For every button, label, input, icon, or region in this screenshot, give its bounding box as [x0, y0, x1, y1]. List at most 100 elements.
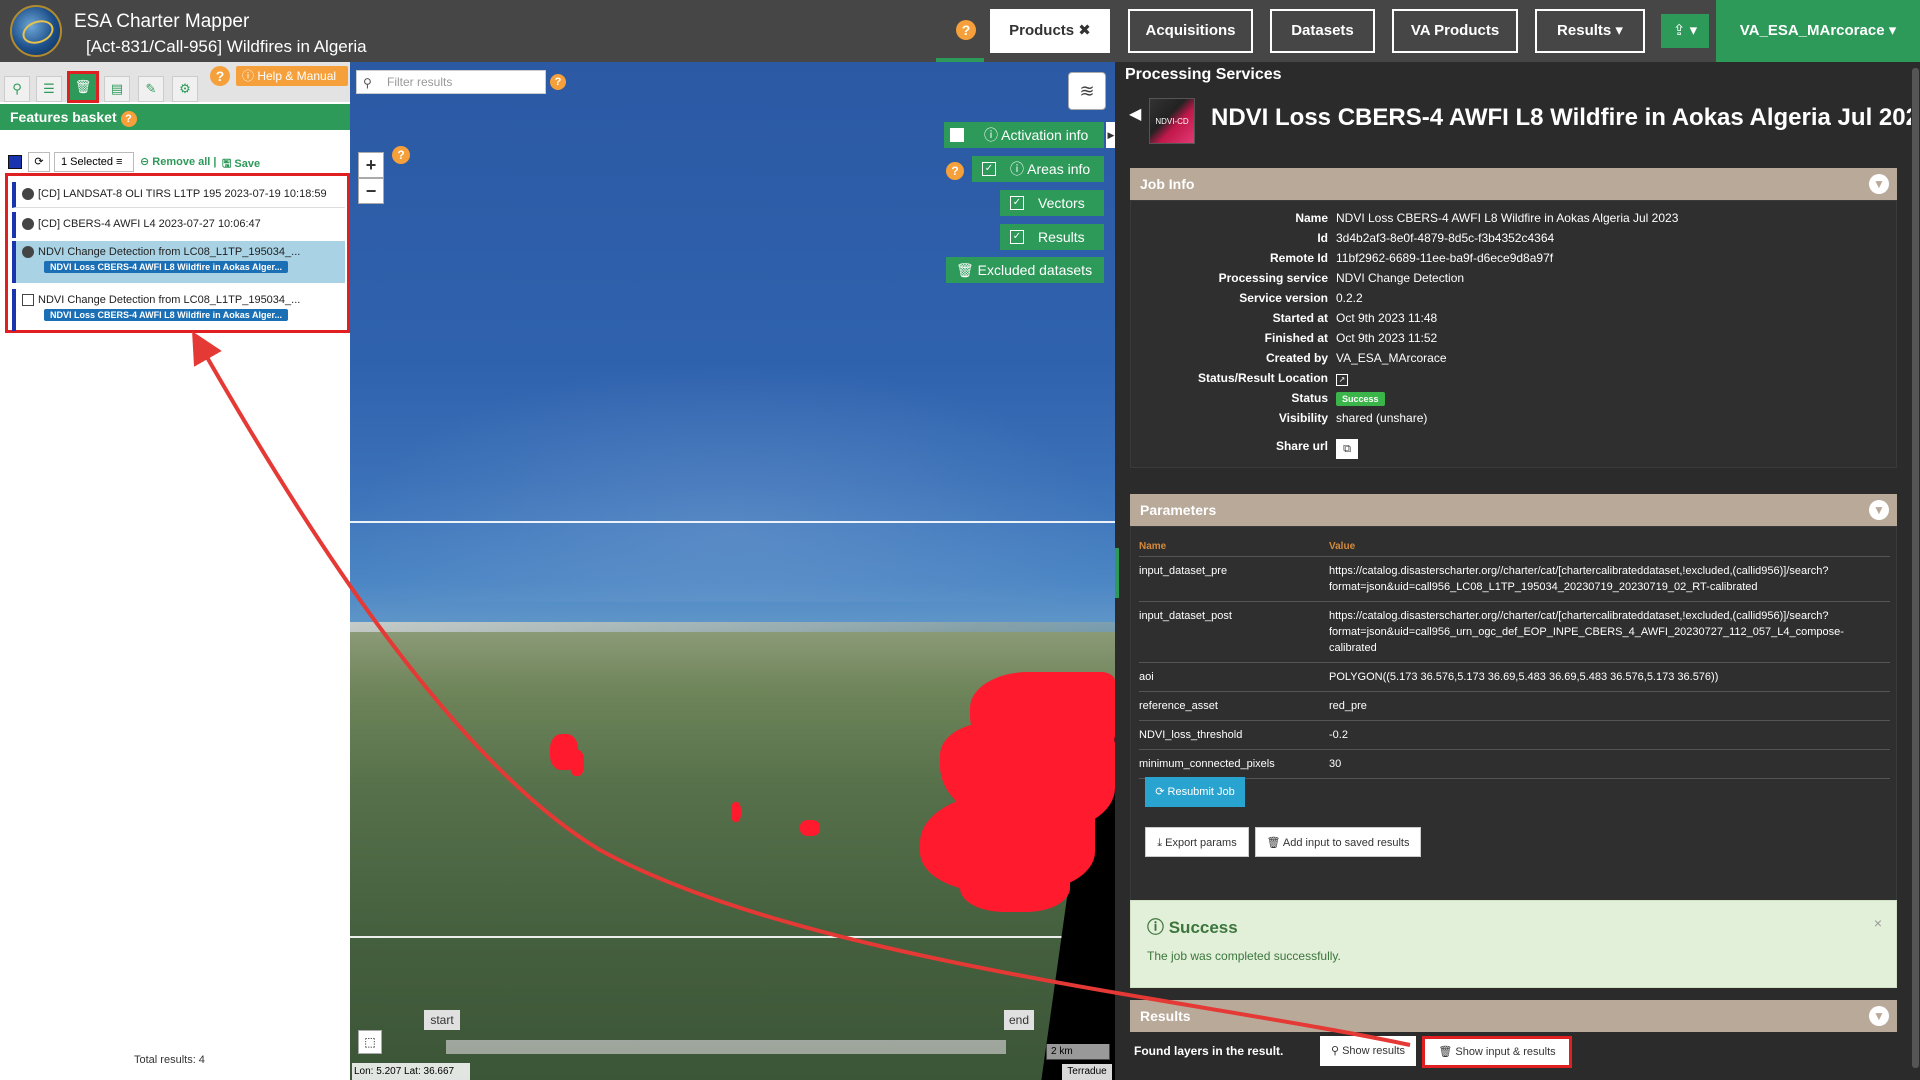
remove-all-button[interactable]: ⊖ Remove all |	[140, 155, 217, 168]
help-icon[interactable]: ?	[392, 146, 410, 164]
job-info-row: Status/Result Location ↗	[1131, 371, 1898, 391]
help-icon[interactable]: ?	[946, 162, 964, 180]
timeline-end[interactable]: end	[1004, 1010, 1034, 1030]
search-icon[interactable]: ⚲	[4, 76, 30, 102]
job-info-value: 0.2.2	[1336, 291, 1363, 305]
status-badge: Success	[1336, 392, 1385, 406]
zoom-in-button[interactable]: +	[358, 152, 384, 178]
globe-icon	[22, 246, 34, 259]
job-info-label: Id	[1317, 231, 1328, 245]
results-header[interactable]: Results ▼	[1130, 1000, 1897, 1032]
result-tag: NDVI Loss CBERS-4 AWFI L8 Wildfire in Ao…	[44, 309, 288, 322]
list-icon[interactable]: ☰	[36, 76, 62, 102]
param-value: https://catalog.disasterscharter.org//ch…	[1329, 556, 1890, 602]
add-input-to-saved-results-button[interactable]: 🗑 Add input to saved results	[1255, 827, 1421, 857]
param-value: -0.2	[1329, 720, 1890, 750]
help-icon[interactable]: ?	[210, 66, 230, 86]
help-manual-button[interactable]: ⓘ Help & Manual	[236, 66, 348, 86]
resubmit-job-button[interactable]: ⟳ Resubmit Job	[1145, 777, 1245, 807]
excluded-datasets-button[interactable]: 🗑 Excluded datasets	[946, 257, 1104, 283]
gear-icon[interactable]: ⚙	[172, 76, 198, 102]
vectors-toggle[interactable]: ✓ Vectors	[1000, 190, 1104, 216]
checkmark-icon[interactable]: ✓	[1010, 196, 1024, 210]
refresh-icon[interactable]: ⟳	[28, 152, 50, 172]
layer-icon	[22, 294, 34, 307]
activation-info-toggle[interactable]: ⓘ Activation info	[944, 122, 1104, 148]
basket-icon[interactable]: 🗑	[67, 71, 99, 103]
job-info-value: Oct 9th 2023 11:52	[1336, 331, 1438, 345]
checkmark-icon[interactable]: ✓	[1010, 230, 1024, 244]
param-value: red_pre	[1329, 691, 1890, 721]
timeline-slider[interactable]	[446, 1040, 1006, 1054]
checkmark-icon[interactable]: ✓	[982, 162, 996, 176]
draw-area-icon[interactable]: ⬚	[358, 1030, 382, 1054]
tab-products[interactable]: Products ✖	[990, 9, 1110, 53]
selected-count-dropdown[interactable]: 1 Selected ≡	[54, 152, 134, 172]
export-params-button[interactable]: ⤓ Export params	[1145, 827, 1249, 857]
list-item[interactable]: NDVI Change Detection from LC08_L1TP_195…	[12, 289, 345, 331]
tab-va-products[interactable]: VA Products	[1392, 9, 1518, 53]
table-row: input_dataset_post https://catalog.disast…	[1139, 601, 1890, 663]
job-info-label: Processing service	[1218, 271, 1328, 285]
job-info-label: Created by	[1265, 351, 1328, 365]
chevron-down-icon[interactable]: ▼	[1869, 500, 1889, 520]
areas-info-toggle[interactable]: ✓ ⓘ Areas info	[972, 156, 1104, 182]
copy-icon[interactable]: ⧉	[1336, 439, 1358, 459]
close-icon[interactable]: ✖	[1078, 22, 1091, 39]
list-item[interactable]: NDVI Change Detection from LC08_L1TP_195…	[12, 241, 345, 283]
archive-icon[interactable]: ▤	[104, 76, 130, 102]
checkbox[interactable]	[950, 128, 964, 142]
parameters-header[interactable]: Parameters ▼	[1130, 494, 1897, 526]
job-info-row: Service version 0.2.2	[1131, 291, 1898, 311]
globe-icon	[22, 218, 34, 231]
upload-dropdown-button[interactable]: ⇪ ▾	[1661, 14, 1709, 48]
external-link-icon[interactable]: ↗	[1336, 374, 1348, 386]
job-info-row: Name NDVI Loss CBERS-4 AWFI L8 Wildfire i…	[1131, 211, 1898, 231]
param-name: NDVI_loss_threshold	[1139, 720, 1329, 750]
job-info-label: Finished at	[1264, 331, 1328, 345]
activation-subtitle: [Act-831/Call-956] Wildfires in Algeria	[86, 37, 367, 56]
top-navigation-bar: ESA Charter Mapper [Act-831/Call-956] Wi…	[0, 0, 1920, 62]
zoom-out-button[interactable]: −	[358, 178, 384, 204]
results-dropdown[interactable]: Results ▾	[1535, 9, 1645, 53]
tab-acquisitions[interactable]: Acquisitions	[1128, 9, 1253, 53]
burned-area	[800, 820, 820, 836]
filter-results-input[interactable]: Filter results ⚲	[356, 70, 546, 94]
globe-icon	[22, 188, 34, 201]
features-basket-title: Features basket	[10, 109, 117, 125]
visibility-value[interactable]: shared (unshare)	[1336, 411, 1427, 425]
list-item[interactable]: [CD] LANDSAT-8 OLI TIRS L1TP 195 2023-07…	[12, 182, 345, 208]
scale-bar: 2 km	[1046, 1044, 1110, 1060]
job-info-row: Share url ⧉	[1131, 439, 1898, 459]
job-info-value: ↗	[1336, 371, 1348, 386]
job-info-value: ⧉	[1336, 439, 1358, 459]
chevron-down-icon[interactable]: ▼	[1869, 174, 1889, 194]
help-icon[interactable]: ?	[120, 111, 137, 127]
job-info-header[interactable]: Job Info ▼	[1130, 168, 1897, 200]
save-button[interactable]: 🖫 Save	[222, 155, 260, 174]
show-input-and-results-button[interactable]: 🗑 Show input & results	[1422, 1036, 1572, 1068]
user-menu[interactable]: VA_ESA_MArcorace ▾	[1716, 0, 1920, 62]
features-basket-header: Features basket ?	[0, 104, 350, 130]
panel-resize-handle[interactable]	[1115, 548, 1119, 598]
layers-icon[interactable]: ≋	[1068, 72, 1106, 110]
help-icon[interactable]: ?	[956, 20, 976, 40]
help-icon[interactable]: ?	[550, 74, 566, 90]
results-toggle[interactable]: ✓ Results	[1000, 224, 1104, 250]
charter-logo-icon	[10, 5, 62, 57]
timeline-start[interactable]: start	[424, 1010, 460, 1030]
param-value: 30	[1329, 749, 1890, 779]
back-icon[interactable]: ◀	[1129, 104, 1141, 124]
param-name: aoi	[1139, 662, 1329, 692]
show-results-button[interactable]: ⚲ Show results	[1320, 1036, 1416, 1066]
close-icon[interactable]: ×	[1874, 915, 1882, 931]
expand-panel-button[interactable]: ▶	[1106, 122, 1115, 148]
pencil-icon[interactable]: ✎	[138, 76, 164, 102]
chevron-down-icon[interactable]: ▼	[1869, 1006, 1889, 1026]
map-view[interactable]: Filter results ⚲ ? + − ? ≋ ⓘ Activation i…	[350, 62, 1115, 1080]
select-all-checkbox[interactable]	[8, 155, 22, 169]
list-item[interactable]: [CD] CBERS-4 AWFI L4 2023-07-27 10:06:47	[12, 212, 345, 238]
scrollbar-thumb[interactable]	[1912, 68, 1919, 1068]
parameters-body: Name Value input_dataset_pre https://cata…	[1130, 526, 1897, 942]
tab-datasets[interactable]: Datasets	[1270, 9, 1375, 53]
